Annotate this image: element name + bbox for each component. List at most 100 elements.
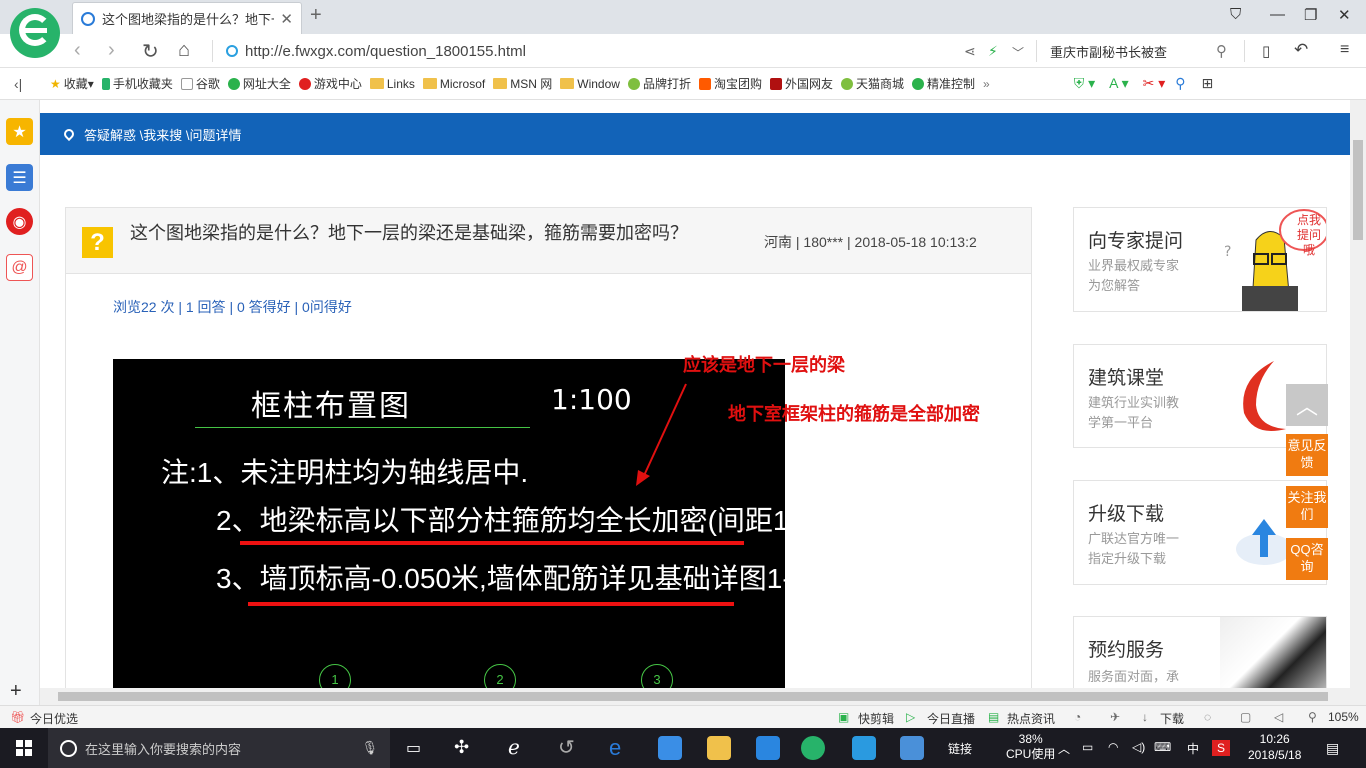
clip-icon: ▣ (838, 710, 850, 724)
ie-blue-icon[interactable] (658, 736, 682, 760)
volume-icon[interactable]: ◁) (1132, 740, 1145, 754)
add-sidebar-button[interactable]: + (10, 680, 22, 703)
appointment-card[interactable]: 预约服务 服务面对面，承 (1073, 616, 1327, 688)
menu-icon[interactable]: ≡ (1340, 41, 1349, 59)
edge-icon[interactable]: e (609, 736, 633, 760)
ime-indicator[interactable]: 中 (1187, 740, 1199, 757)
tab-bar: 这个图地梁指的是什么？地下一层 ✕ + ⛉ — ❐ ✕ (0, 0, 1366, 34)
bookmark-wangzhi[interactable]: 网址大全 (227, 75, 291, 92)
share-icon[interactable]: ⋖ (964, 43, 976, 60)
download-link[interactable]: 下载 (1160, 710, 1184, 727)
search-box-text[interactable]: 重庆市副秘书长被查 (1050, 42, 1167, 61)
g-app-icon[interactable] (756, 736, 780, 760)
card-title: 建筑课堂 (1088, 368, 1165, 389)
bookmark-foreign[interactable]: 外国网友 (769, 75, 833, 92)
pinwheel-icon[interactable]: ✣ (454, 737, 469, 758)
undo-icon[interactable]: ↶ (1294, 40, 1308, 60)
back-to-top-button[interactable]: ︿ (1286, 384, 1328, 426)
ie-icon[interactable]: ℯ (508, 735, 520, 760)
clock[interactable]: 10:26 2018/5/18 (1248, 731, 1301, 763)
mute-icon[interactable]: ◁ (1274, 710, 1283, 724)
windows-start-icon[interactable] (16, 740, 32, 756)
apps-grid-icon[interactable]: ⊞ (1202, 75, 1214, 92)
zoom-search-icon[interactable]: ⚲ (1175, 75, 1185, 92)
axis-bubble: 3 (641, 664, 673, 688)
weibo-icon[interactable]: ◉ (6, 208, 33, 235)
follow-us-button[interactable]: 关注我们 (1286, 486, 1328, 528)
cad-note-3: 3、墙顶标高-0.050米,墙体配筋详见基础详图1-1剖面 (216, 563, 785, 594)
shirt-skin-icon[interactable]: ⛉ (1230, 6, 1241, 23)
maximize-button[interactable]: ❐ (1304, 6, 1317, 24)
battery-icon[interactable]: ▭ (1082, 740, 1093, 754)
breadcrumb[interactable]: 答疑解惑 \我来搜 \问题详情 (84, 125, 241, 144)
bookmark-mobile[interactable]: 手机收藏夹 (101, 75, 173, 92)
window-icon[interactable]: ▢ (1240, 710, 1251, 724)
wifi-icon[interactable]: ◠ (1108, 740, 1118, 754)
chevron-down-icon[interactable]: ﹀ (1012, 44, 1024, 61)
mobile-icon[interactable]: ▯ (1262, 42, 1270, 60)
address-bar[interactable]: http://e.fwxgx.com/question_1800155.html (222, 39, 1022, 63)
scissors-icon[interactable]: ✂ ▾ (1143, 75, 1166, 92)
mail-icon[interactable]: @ (6, 254, 33, 281)
bookmark-tmall[interactable]: 天猫商城 (840, 75, 904, 92)
bookmark-games[interactable]: 游戏中心 (298, 75, 362, 92)
speed-icon[interactable]: ◔ (1074, 710, 1081, 724)
notification-icon[interactable]: ▤ (1326, 740, 1339, 757)
close-tab-icon[interactable]: ✕ (280, 10, 293, 28)
bookmark-brand[interactable]: 品牌打折 (627, 75, 691, 92)
browser-logo[interactable] (10, 8, 60, 58)
news-link[interactable]: 热点资讯 (1007, 710, 1055, 727)
bookmark-favorites[interactable]: ★ 收藏 ▾ (50, 75, 94, 92)
taskbar-search-placeholder: 在这里输入你要搜索的内容 (85, 741, 242, 757)
sidebar-toggle-icon[interactable]: ‹| (14, 76, 30, 92)
taskbar-search[interactable]: 在这里输入你要搜索的内容 🎙︎ (48, 728, 390, 768)
cleanup-icon[interactable]: ◌ (1204, 710, 1211, 724)
ask-expert-card[interactable]: 向专家提问 业界最权威专家 为您解答 ? 点我 提问哦 (1073, 207, 1327, 312)
reload-button[interactable]: ↻ (142, 39, 159, 64)
quick-clip-link[interactable]: 快剪辑 (858, 710, 894, 727)
pin-icon[interactable]: ✈ (1110, 710, 1120, 724)
keyboard-icon[interactable]: ⌨ (1154, 740, 1171, 754)
axis-bubble: 1 (319, 664, 351, 688)
qq-consult-button[interactable]: QQ咨询 (1286, 538, 1328, 580)
minimize-button[interactable]: — (1270, 6, 1285, 23)
close-window-button[interactable]: ✕ (1338, 6, 1351, 24)
new-tab-button[interactable]: + (310, 4, 322, 27)
task-view-icon[interactable]: ▭ (406, 738, 421, 758)
bookmark-google[interactable]: 谷歌 (180, 75, 220, 92)
bookmark-windows[interactable]: Window (560, 77, 620, 91)
bookmark-msn[interactable]: MSN 网 (493, 75, 552, 92)
forward-button[interactable]: › (108, 39, 115, 62)
browser-360-icon[interactable] (801, 736, 825, 760)
horizontal-scrollbar[interactable] (40, 688, 1366, 705)
browser-tab[interactable]: 这个图地梁指的是什么？地下一层 ✕ (72, 2, 302, 34)
feedback-button[interactable]: 意见反馈 (1286, 434, 1328, 476)
favorites-star-icon[interactable]: ★ (6, 118, 33, 145)
glodon-icon[interactable]: ↺ (558, 735, 575, 760)
links-toolbar[interactable]: 链接 (948, 740, 972, 757)
live-icon: ▷ (906, 710, 916, 724)
sogou-icon[interactable]: S (1212, 740, 1230, 756)
microphone-icon[interactable]: 🎙︎ (361, 740, 378, 756)
shield-icon[interactable]: ⛨ ▾ (1074, 75, 1095, 92)
bolt-icon[interactable]: ⚡ (988, 43, 998, 60)
today-picks-link[interactable]: 今日优选 (30, 710, 78, 727)
bookmark-taobao[interactable]: 淘宝团购 (698, 75, 762, 92)
more-bookmarks-icon[interactable]: » (983, 77, 990, 91)
bookmark-microsoft[interactable]: Microsof (422, 77, 485, 91)
camera-app-icon[interactable] (900, 736, 924, 760)
translate-icon[interactable]: A ▾ (1109, 75, 1128, 92)
search-icon[interactable]: ⚲ (1216, 42, 1227, 60)
home-button[interactable]: ⌂ (178, 39, 190, 62)
file-explorer-icon[interactable] (707, 736, 731, 760)
back-button[interactable]: ‹ (74, 39, 81, 62)
bookmark-links[interactable]: Links (369, 77, 415, 91)
card-desc: 服务面对面，承 (1088, 669, 1180, 684)
tray-expand-icon[interactable]: ︿ (1058, 740, 1070, 757)
bookmark-precise[interactable]: 精准控制 (912, 75, 975, 92)
reading-list-icon[interactable]: ☰ (6, 164, 33, 191)
plus-app-icon[interactable] (852, 736, 876, 760)
vertical-scrollbar[interactable] (1350, 100, 1366, 688)
live-link[interactable]: 今日直播 (927, 710, 975, 727)
zoom-level[interactable]: 105% (1328, 710, 1359, 724)
